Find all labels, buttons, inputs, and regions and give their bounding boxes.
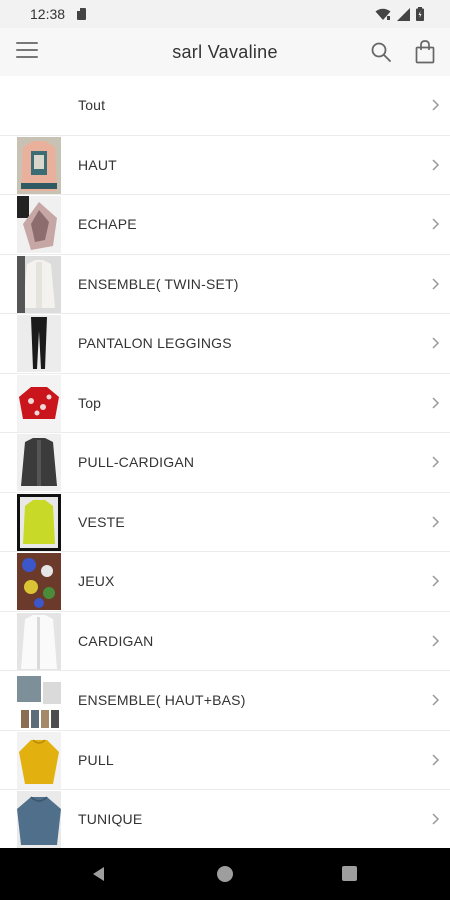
- category-label: TUNIQUE: [78, 811, 143, 828]
- sd-card-icon: [77, 8, 87, 20]
- category-label: ECHAPE: [78, 216, 137, 233]
- wifi-icon: [375, 8, 391, 20]
- chevron-right-icon: [432, 99, 440, 111]
- recent-apps-icon[interactable]: [342, 866, 357, 881]
- chevron-right-icon: [432, 694, 440, 706]
- status-bar: 12:38: [0, 0, 450, 28]
- category-row-pull[interactable]: PULL: [0, 731, 450, 790]
- category-label: Top: [78, 394, 102, 411]
- menu-button[interactable]: [16, 42, 38, 60]
- category-row-tout[interactable]: Tout: [0, 76, 450, 136]
- back-icon[interactable]: [91, 866, 107, 882]
- hamburger-icon-line: [16, 42, 38, 44]
- category-thumbnail: [17, 791, 61, 848]
- category-thumbnail: [17, 672, 61, 729]
- category-row-veste[interactable]: VESTE: [0, 493, 450, 552]
- chevron-right-icon: [432, 516, 440, 528]
- category-row-cardigan[interactable]: CARDIGAN: [0, 612, 450, 671]
- category-label: PULL-CARDIGAN: [78, 454, 195, 471]
- shopping-bag-icon[interactable]: [413, 39, 437, 65]
- system-navigation-bar: [0, 848, 450, 900]
- category-label: PANTALON LEGGINGS: [78, 335, 232, 352]
- category-row-tunique[interactable]: TUNIQUE: [0, 790, 450, 848]
- category-label: VESTE: [78, 513, 125, 530]
- category-thumbnail: [17, 731, 61, 789]
- category-thumbnail: [17, 493, 61, 551]
- category-thumbnail: [17, 196, 61, 253]
- category-label: PULL: [78, 751, 114, 768]
- category-thumbnail: [17, 136, 61, 194]
- hamburger-icon-line: [16, 56, 38, 58]
- chevron-right-icon: [432, 754, 440, 766]
- category-row-haut[interactable]: HAUT: [0, 136, 450, 195]
- category-thumbnail: [17, 434, 61, 491]
- signal-icon: [397, 7, 410, 21]
- chevron-right-icon: [432, 575, 440, 587]
- category-row-ensemble-haut-bas[interactable]: ENSEMBLE( HAUT+BAS): [0, 671, 450, 731]
- chevron-right-icon: [432, 218, 440, 230]
- category-thumbnail: [17, 553, 61, 610]
- chevron-right-icon: [432, 456, 440, 468]
- category-label: ENSEMBLE( HAUT+BAS): [78, 692, 246, 709]
- app-title: sarl Vavaline: [172, 41, 278, 62]
- category-thumbnail: [17, 255, 61, 313]
- category-label: CARDIGAN: [78, 632, 154, 649]
- category-row-pantalon-leggings[interactable]: PANTALON LEGGINGS: [0, 314, 450, 374]
- chevron-right-icon: [432, 159, 440, 171]
- chevron-right-icon: [432, 278, 440, 290]
- battery-icon: [416, 7, 424, 21]
- chevron-right-icon: [432, 635, 440, 647]
- category-row-jeux[interactable]: JEUX: [0, 552, 450, 612]
- chevron-right-icon: [432, 813, 440, 825]
- status-time: 12:38: [30, 6, 66, 22]
- app-bar: sarl Vavaline: [0, 28, 450, 76]
- category-thumbnail: [17, 612, 61, 670]
- category-thumbnail: [17, 315, 61, 372]
- category-label: JEUX: [78, 573, 115, 590]
- category-row-ensemble-twin-set[interactable]: ENSEMBLE( TWIN-SET): [0, 255, 450, 314]
- category-label: ENSEMBLE( TWIN-SET): [78, 275, 239, 292]
- chevron-right-icon: [432, 397, 440, 409]
- category-list: Tout HAUT ECHAPE ENSEMBLE(TWIN-SET) PAN…: [0, 76, 450, 848]
- category-row-pull-cardigan[interactable]: PULL-CARDIGAN: [0, 433, 450, 493]
- category-label: HAUT: [78, 156, 117, 173]
- category-row-echape[interactable]: ECHAPE: [0, 195, 450, 255]
- category-label: Tout: [78, 97, 106, 114]
- search-icon[interactable]: [369, 40, 393, 64]
- home-icon[interactable]: [217, 866, 233, 882]
- category-row-top[interactable]: Top: [0, 374, 450, 433]
- hamburger-icon-line: [16, 49, 38, 51]
- status-icons: [375, 7, 424, 21]
- chevron-right-icon: [432, 337, 440, 349]
- category-thumbnail: [17, 374, 61, 432]
